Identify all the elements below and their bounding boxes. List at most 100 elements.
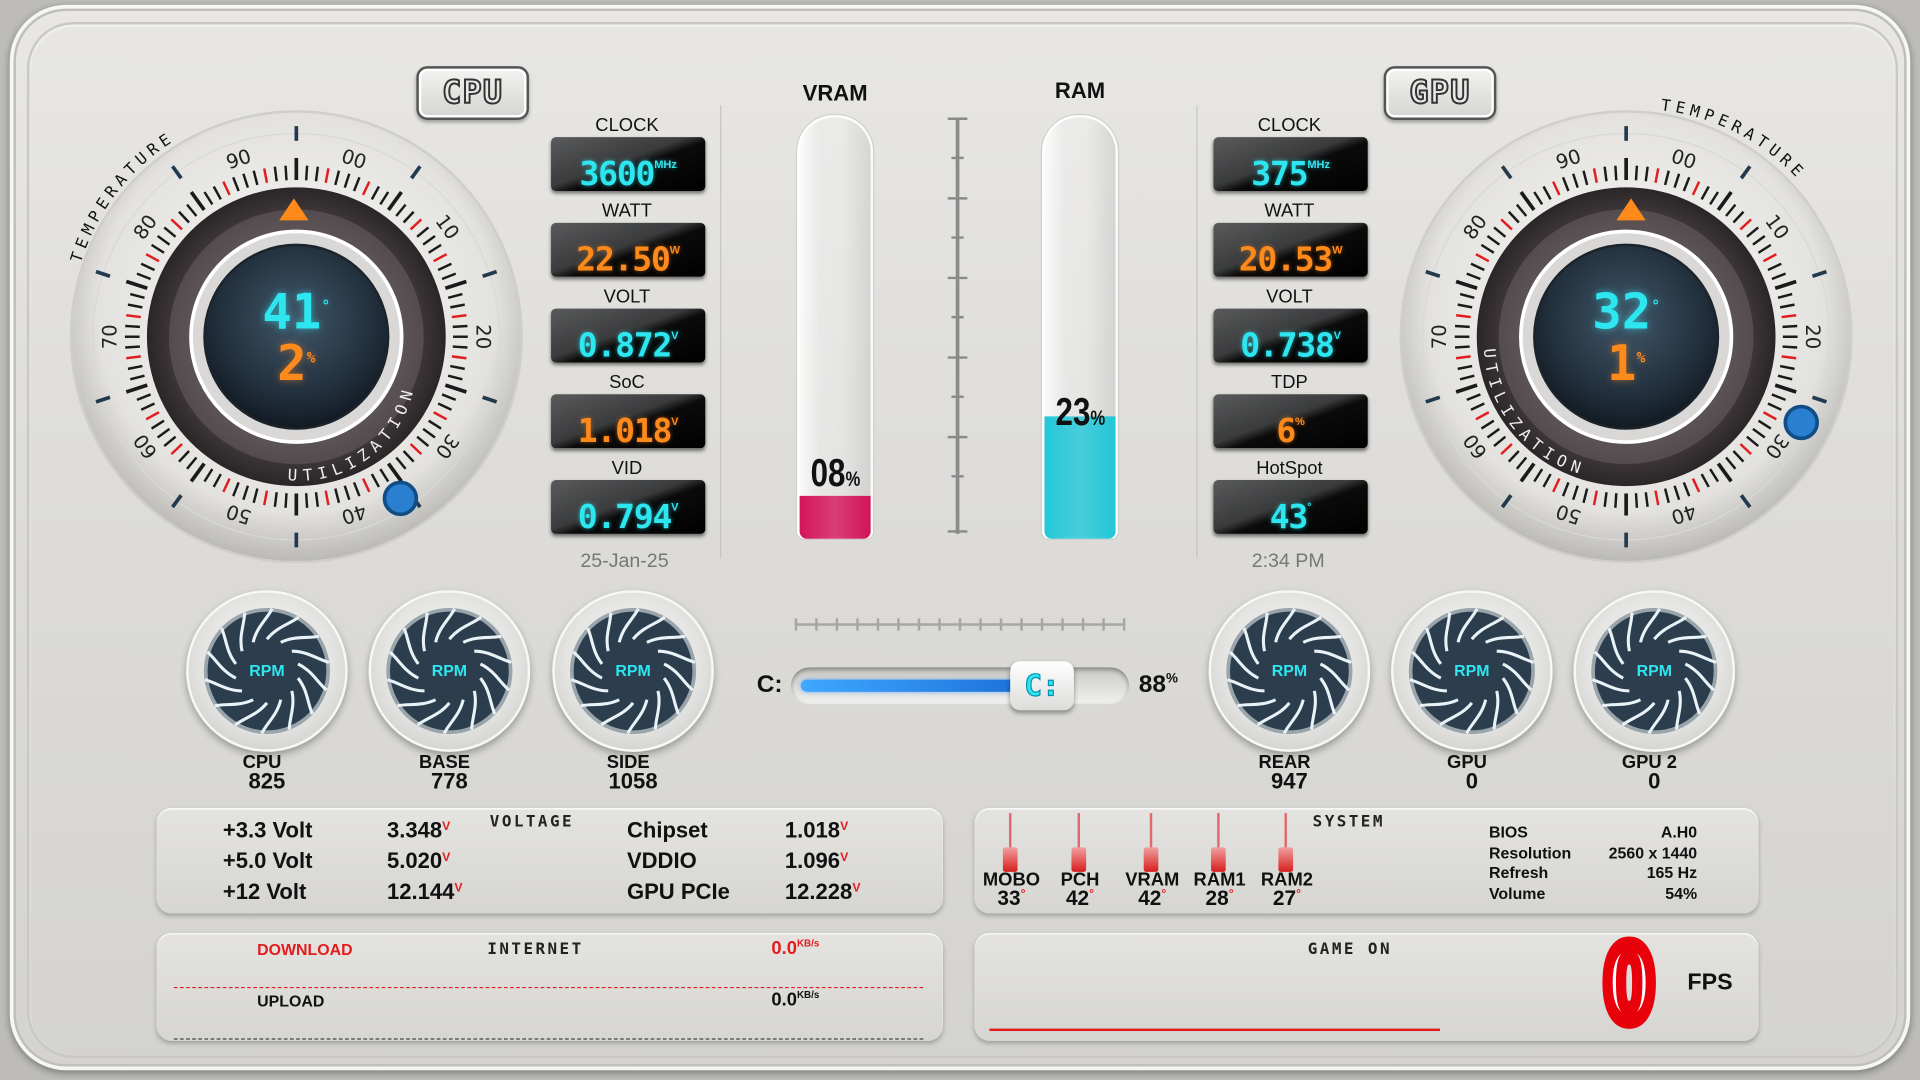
system-temp-bar (1002, 847, 1018, 872)
system-panel: SYSTEM MOBO 33° PCH 42° VRAM 42° RAM1 28° RAM2 27… (974, 808, 1759, 914)
fan-rpm-label: RPM (431, 661, 468, 680)
cpu-util-readout: 2% (247, 333, 345, 389)
fan-dial: RPM (1391, 590, 1553, 752)
cpu-stat-value: 3600 (579, 155, 655, 194)
gpu-stat-display: 0.738V (1213, 308, 1368, 365)
gpu-gauge-tick-label: 20 (1801, 324, 1824, 349)
voltage-unit: V (840, 820, 849, 834)
gpu-stat-label: CLOCK (1257, 115, 1322, 136)
upload-graph-line (173, 1038, 924, 1040)
gpu-stat-value: 43 (1269, 498, 1309, 537)
upload-label: UPLOAD (257, 991, 325, 1011)
cpu-temp-readout: 41° (247, 282, 345, 338)
cpu-stat-value: 1.018 (577, 412, 673, 451)
cpu-gauge-tick-label: 20 (471, 324, 494, 349)
cpu-stat-unit: MHz (654, 157, 677, 171)
gpu-util-value: 1 (1606, 335, 1637, 393)
fps-graph-line (989, 1028, 1441, 1032)
download-value: 0.0 (771, 937, 797, 959)
cpu-gauge-marker-icon (382, 480, 419, 517)
gpu-stat-display: 6% (1213, 394, 1368, 451)
download-graph-line (173, 986, 924, 989)
voltage-value: 1.096 (784, 848, 841, 874)
gpu-stat-unit: % (1295, 415, 1305, 428)
voltage-name: +3.3 Volt (222, 817, 313, 843)
vram-percent-value: 08 (810, 450, 846, 495)
gpu-stat-label: HotSpot (1256, 457, 1323, 479)
vram-percent-unit: % (845, 467, 861, 492)
system-temp-unit: ° (1228, 887, 1234, 902)
cpu-stat-display: 0.794V (551, 480, 706, 537)
date-label: 25-Jan-25 (580, 551, 669, 572)
ram-percent-value: 23 (1055, 389, 1091, 434)
voltage-reading: 3.348V (387, 818, 450, 844)
drive-percent-unit: % (1166, 671, 1179, 687)
cpu-util-unit: % (306, 348, 316, 367)
cpu-util-value: 2 (277, 335, 307, 393)
cpu-stat-label: VOLT (603, 286, 651, 308)
gpu-temp-readout: 32° (1577, 282, 1675, 338)
voltage-value: 1.018 (784, 817, 841, 843)
memory-scale (947, 117, 968, 534)
time-label: 2:34 PM (1251, 551, 1325, 572)
cpu-gauge-tick-label: 70 (98, 324, 121, 349)
internet-title: INTERNET (487, 940, 584, 959)
upload-unit: KB/s (796, 989, 820, 1001)
cpu-stat-label: WATT (601, 200, 652, 222)
cpu-stat-display: 0.872V (551, 308, 706, 365)
system-temp-reading: 27° (1250, 887, 1323, 911)
system-info-key: Refresh (1488, 863, 1549, 882)
system-temp-unit: ° (1161, 887, 1167, 902)
system-temp-value: 42 (1065, 886, 1090, 910)
cpu-stat-label: SoC (609, 372, 645, 394)
ram-tube-label: RAM (1054, 78, 1106, 103)
system-temp-bar (1143, 847, 1159, 872)
internet-panel: DOWNLOAD INTERNET 0.0KB/s UPLOAD 0.0KB/s (156, 933, 943, 1041)
fps-value: 0 (1599, 923, 1659, 1045)
cpu-stat-unit: V (671, 329, 679, 342)
download-label: DOWNLOAD (257, 940, 353, 959)
fan-dial: RPM (552, 590, 714, 752)
drive-fill (800, 679, 1033, 692)
drive-knob[interactable]: C: (1010, 661, 1074, 711)
divider (720, 105, 722, 559)
fan-rpm-value: 947 (1270, 768, 1308, 794)
voltage-title: VOLTAGE (489, 813, 575, 832)
download-rate: 0.0KB/s (771, 938, 819, 959)
gpu-gauge-tick-label: 70 (1428, 324, 1451, 349)
voltage-value: 12.228 (784, 879, 853, 904)
gpu-stat-unit: V (1333, 329, 1341, 342)
system-temp-reading: 42° (1043, 887, 1116, 911)
gpu-stat-label: TDP (1271, 372, 1308, 394)
fan-dial: RPM (1573, 590, 1736, 752)
cpu-stat-value: 0.872 (577, 326, 673, 365)
game-panel: GAME ON 0 FPS (974, 923, 1759, 1046)
system-info-value: 2560 x 1440 (1608, 843, 1698, 862)
system-temp-reading: 33° (975, 887, 1048, 911)
fan-rpm-value: 0 (1465, 768, 1478, 794)
voltage-reading: 12.144V (387, 879, 463, 905)
fan-dial: RPM (186, 590, 348, 752)
cpu-stat-value: 0.794 (577, 498, 673, 537)
system-info-value: A.H0 (1660, 822, 1698, 842)
voltage-name: GPU PCIe (626, 879, 730, 904)
vram-tube-label: VRAM (802, 80, 868, 106)
vram-fill (799, 495, 871, 539)
game-title: GAME ON (1307, 940, 1393, 959)
gpu-temp-unit: ° (1651, 297, 1661, 315)
system-info-key: Volume (1488, 883, 1546, 902)
gpu-stat-value: 0.738 (1240, 326, 1335, 365)
upload-rate: 0.0KB/s (771, 989, 819, 1010)
gpu-util-readout: 1% (1577, 333, 1675, 389)
gpu-stat-value: 20.53 (1238, 241, 1334, 280)
system-info-value: 54% (1665, 883, 1698, 902)
gpu-util-unit: % (1636, 348, 1646, 367)
fan-dial: RPM (1208, 590, 1371, 752)
voltage-reading: 5.020V (387, 849, 450, 875)
cpu-stat-value: 22.50 (576, 241, 671, 280)
cpu-stat-label: VID (611, 457, 643, 479)
cpu-stat-unit: V (671, 415, 679, 428)
voltage-name: VDDIO (626, 848, 697, 874)
cpu-stat-unit: W (669, 243, 681, 256)
voltage-name: +5.0 Volt (222, 848, 313, 874)
